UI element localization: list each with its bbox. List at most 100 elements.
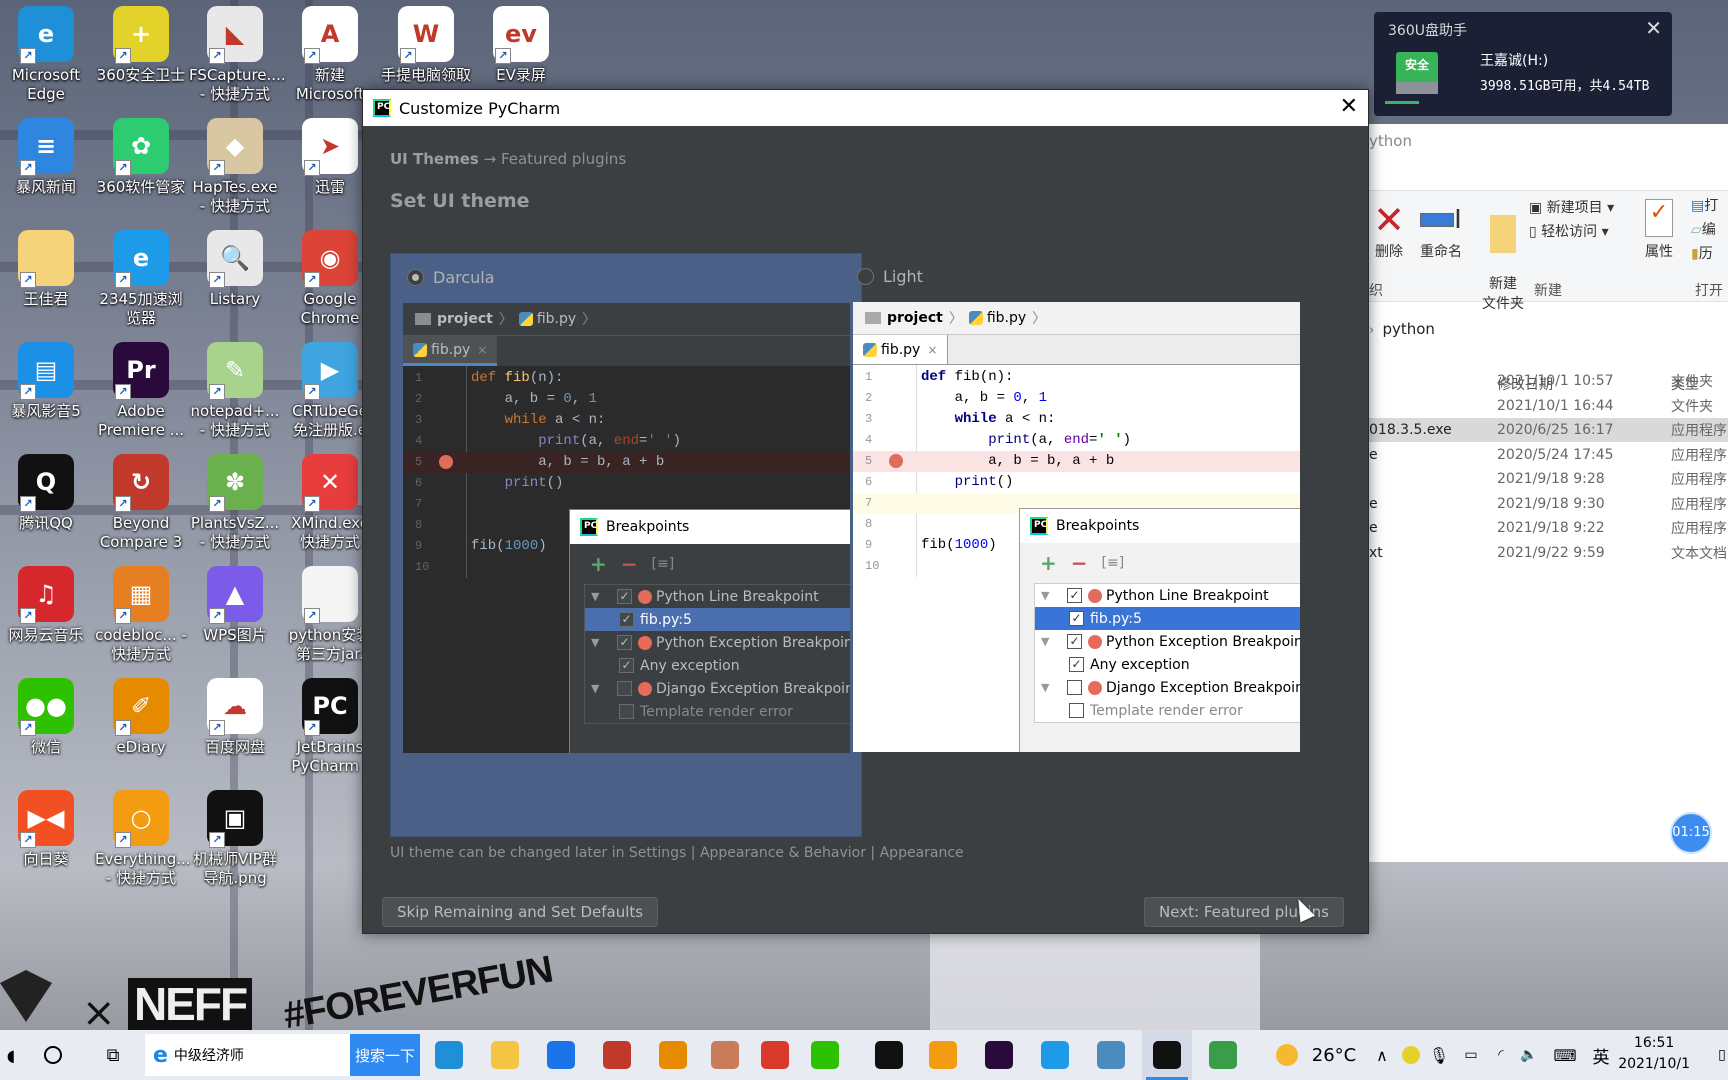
skip-remaining-button[interactable]: Skip Remaining and Set Defaults [382,897,659,927]
taskbar-app-premiere[interactable] [974,1030,1024,1080]
taskbar-app-beyond-compare[interactable] [592,1030,642,1080]
expand-arrow-icon[interactable]: ▼ [1041,635,1055,648]
breakpoint-tree-item[interactable]: Template render error [1035,699,1300,722]
breakpoint-checkbox[interactable]: ✓ [1067,634,1082,649]
delete-button[interactable]: ✕ 删除 [1371,199,1407,261]
file-row[interactable]: 2021/10/1 10:57 文件夹 [1369,369,1728,393]
taskbar-app-wechat[interactable] [800,1030,850,1080]
breakpoint-tree-item[interactable]: ✓ Any exception [585,654,850,677]
cortana-button[interactable] [38,1030,68,1080]
theme-option-darcula[interactable]: Darcula project 〉 fib.py 〉 fib.py × 1 def fib(n)… [390,253,862,837]
breakpoint-checkbox[interactable]: ✓ [619,612,634,627]
weather-icon[interactable] [1274,1030,1300,1080]
expand-arrow-icon[interactable]: ▼ [591,636,605,649]
breakpoint-checkbox[interactable]: ✓ [1067,588,1082,603]
desktop-icon[interactable]: Pr ↗ Adobe Premiere ... [95,342,187,440]
dialog-close-button[interactable]: ✕ [1340,94,1358,119]
remove-icon[interactable]: − [621,552,638,576]
desktop-icon[interactable]: ●● ↗ 微信 [0,678,92,757]
tab-close-icon[interactable]: × [477,343,487,357]
desktop-icon[interactable]: e ↗ Microsoft Edge [0,6,92,104]
copy-icon[interactable]: [≡] [652,556,675,572]
theme-option-light[interactable]: Light project 〉 fib.py 〉 fib.py × 1 def fib(n): 2… [841,253,1313,837]
editor-tab[interactable]: fib.py × [403,336,498,366]
breakpoint-tree-item[interactable]: ▼ Django Exception Breakpoint [1035,676,1300,699]
desktop-icon[interactable]: ▣ ↗ 机械师VIP群 导航.png [189,790,281,888]
breakpoint-checkbox[interactable]: ✓ [619,658,634,673]
desktop-icon[interactable]: 🔍 ↗ Listary [189,230,281,309]
desktop-icon[interactable]: ✎ ↗ notepad+... - 快捷方式 [189,342,281,440]
breakpoint-tree-item[interactable]: Template render error [585,700,850,723]
desktop-icon[interactable]: + ↗ 360安全卫士 [95,6,187,85]
desktop-icon[interactable]: e ↗ 2345加速浏览器 [95,230,187,328]
desktop-icon[interactable]: Q ↗ 腾讯QQ [0,454,92,533]
start-button[interactable]: ◖ [0,1030,22,1080]
breakpoint-checkbox[interactable]: ✓ [617,589,632,604]
battery-icon[interactable]: ▭ [1460,1030,1482,1080]
taskbar-app-usb-drive[interactable] [1198,1030,1248,1080]
taskbar-app-everything[interactable] [918,1030,968,1080]
breakpoint-tree-item[interactable]: ▼ ✓ Python Line Breakpoint [585,585,850,608]
tray-360-icon[interactable] [1400,1030,1422,1080]
add-icon[interactable]: + [590,552,607,576]
taskbar-app-qq[interactable] [864,1030,914,1080]
next-featured-plugins-button[interactable]: Next: Featured plugins [1144,897,1344,927]
tray-chevron-icon[interactable]: ∧ [1372,1030,1392,1080]
rename-button[interactable]: I 重命名 [1413,199,1469,261]
taskbar-app-python-file[interactable] [1086,1030,1136,1080]
new-item-button[interactable]: ▣ 新建项目 ▾ [1529,197,1614,217]
file-row[interactable]: 2021/9/18 9:28 应用程序 [1369,467,1728,491]
breakpoint-checkbox[interactable]: ✓ [1069,611,1084,626]
file-row[interactable]: e 2021/9/18 9:22 应用程序 [1369,516,1728,540]
breakpoint-checkbox[interactable]: ✓ [617,635,632,650]
desktop-icon[interactable]: ◣ ↗ FSCapture.... - 快捷方式 [189,6,286,104]
expand-arrow-icon[interactable]: ▼ [1041,681,1055,694]
theme-radio[interactable]: Light [857,267,923,286]
taskbar-app-file-explorer[interactable] [480,1030,530,1080]
wifi-icon[interactable]: ◜ [1490,1030,1512,1080]
file-row[interactable]: e 2020/5/24 17:45 应用程序 [1369,443,1728,467]
file-row[interactable]: 018.3.5.exe 2020/6/25 16:17 应用程序 [1369,418,1728,442]
taskbar-app-edge[interactable] [424,1030,474,1080]
breakpoint-tree-item[interactable]: ▼ Django Exception Breakpoint [585,677,850,700]
taskbar-app-ediary[interactable] [648,1030,698,1080]
desktop-icon[interactable]: ✽ ↗ PlantsVsZ... - 快捷方式 [189,454,281,552]
usb-popup-close-button[interactable]: ✕ [1645,16,1662,40]
taskbar-search-button[interactable]: 搜索一下 [350,1034,420,1076]
edit-button[interactable]: ▱编 [1691,219,1716,239]
address-bar[interactable]: › python [1369,320,1435,338]
task-view-button[interactable]: ⧉ [98,1030,128,1080]
taskbar-app-pycharm[interactable] [1142,1030,1192,1080]
breakpoint-tree-item[interactable]: ✓ Any exception [1035,653,1300,676]
add-icon[interactable]: + [1040,551,1057,575]
desktop-icon[interactable]: ▶◀ ↗ 向日葵 [0,790,92,869]
desktop-icon[interactable]: ✐ ↗ eDiary [95,678,187,757]
breakpoint-checkbox[interactable] [1069,703,1084,718]
taskbar-app-mail[interactable] [536,1030,586,1080]
expand-arrow-icon[interactable]: ▼ [591,682,605,695]
new-folder-button[interactable]: 新建 文件夹 [1475,199,1531,329]
tab-close-icon[interactable]: × [927,343,937,357]
open-button[interactable]: ▤打 [1691,195,1718,215]
taskbar-app-haptes[interactable] [700,1030,750,1080]
breakpoint-checkbox[interactable] [617,681,632,696]
file-row[interactable]: 2021/10/1 16:44 文件夹 [1369,394,1728,418]
expand-arrow-icon[interactable]: ▼ [1041,589,1055,602]
taskbar-search-input[interactable]: e 中级经济师 [145,1034,350,1076]
ime-indicator[interactable]: 英 [1590,1030,1612,1080]
desktop-icon[interactable]: ☁ ↗ 百度网盘 [189,678,281,757]
editor-tab[interactable]: fib.py × [853,335,949,364]
theme-radio[interactable]: Darcula [407,268,495,287]
properties-button[interactable]: ✓ 属性 [1639,199,1679,261]
breakpoint-tree-item[interactable]: ▼ ✓ Python Line Breakpoint [1035,584,1300,607]
notification-icon[interactable]: ▯ [1716,1030,1728,1080]
breakpoint-tree-item[interactable]: ▼ ✓ Python Exception Breakpoint [585,631,850,654]
desktop-icon[interactable]: ↗ 王佳君 [0,230,92,309]
keyboard-icon[interactable]: ⌨ [1548,1030,1582,1080]
taskbar-app-fscapture[interactable] [750,1030,800,1080]
desktop-icon[interactable]: W ↗ 手提电脑领取 [380,6,472,85]
desktop-icon[interactable]: ♫ ↗ 网易云音乐 [0,566,92,645]
clock[interactable]: 16:51 2021/10/1 [1618,1033,1690,1075]
easy-access-button[interactable]: ▯ 轻松访问 ▾ [1529,221,1609,241]
history-button[interactable]: ▮历 [1691,243,1713,263]
